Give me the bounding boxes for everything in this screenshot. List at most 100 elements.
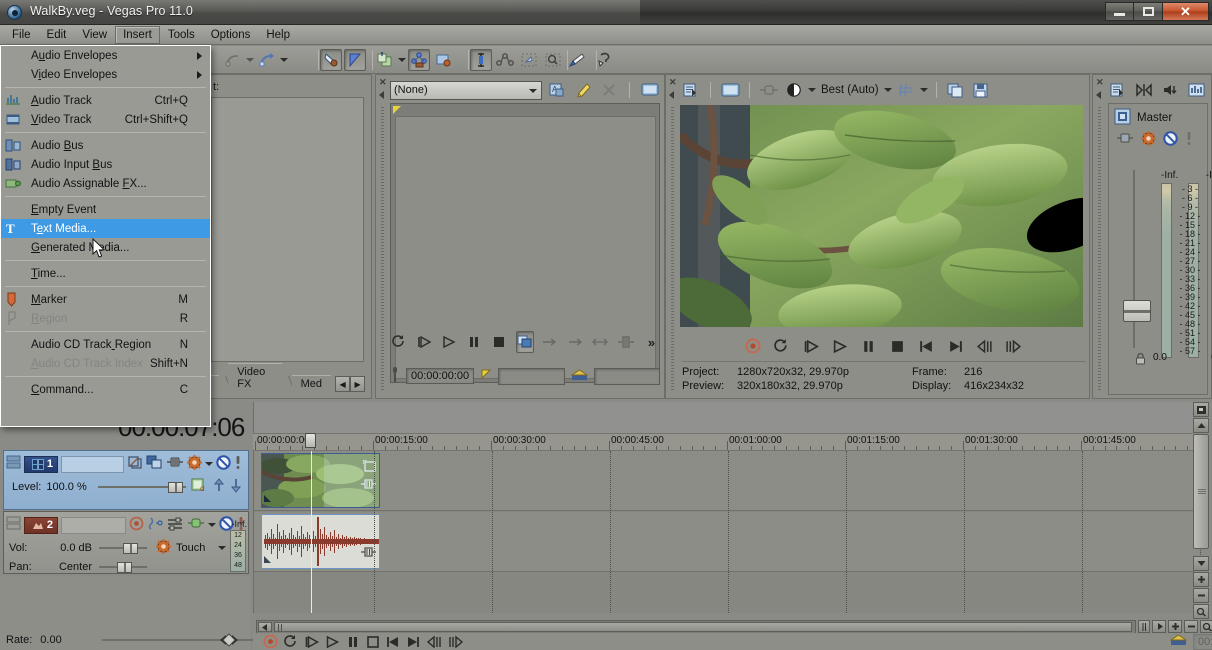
preview-drag-handle[interactable] [671,107,674,392]
track-2-name-field[interactable] [61,516,126,534]
zoom-in-icon[interactable] [1168,620,1182,633]
insert-menu-item-audio-input-bus[interactable]: Audio Input Bus [1,155,210,174]
overlays-grid-icon[interactable] [895,79,917,101]
preview-on-external-monitor-icon[interactable] [719,79,741,101]
go-to-start-icon[interactable] [386,631,400,650]
record-icon[interactable] [263,631,278,650]
trimmer-drag-handle[interactable] [381,107,384,392]
fader-knob[interactable] [1123,300,1151,322]
enable-snapping-icon[interactable] [320,49,342,71]
menu-edit[interactable]: Edit [39,26,75,44]
meter-pair[interactable]: - 3 -- 6 -- 9 -- 12 -- 15 -- 18 -- 21 --… [1161,183,1212,358]
track-1-minimize-icon[interactable] [6,454,21,474]
pause-icon[interactable] [346,631,360,650]
fader-lock-icon[interactable] [1135,352,1146,368]
trimmer-close-icon[interactable]: ✕ [379,78,387,87]
preview-grip[interactable]: ✕ [666,75,679,398]
automation-mode-gear-icon[interactable] [156,539,171,557]
split-screen-dropdown-icon[interactable] [808,88,816,92]
insert-menu-item-video-envelopes[interactable]: Video Envelopes [1,65,210,84]
automation-dropdown-icon[interactable] [205,462,213,466]
show-meters-icon[interactable] [1185,79,1207,101]
insert-menu-item-empty-event[interactable]: Empty Event [1,200,210,219]
menu-tools[interactable]: Tools [160,26,203,44]
automation-mode-dropdown-icon[interactable] [218,546,227,550]
insert-media-icon[interactable] [567,331,584,353]
record-arm-icon[interactable] [129,516,144,534]
track-fx-icon[interactable] [127,455,143,473]
mixer-drag-handle[interactable] [1098,107,1101,392]
bus-icon[interactable] [1114,108,1131,128]
split-screen-view-icon[interactable] [758,79,780,101]
track-2-pan-slider[interactable] [99,562,147,573]
timeline-ruler[interactable]: 00:00:00:00 00:00:15:00 00:00:30:00 00:00:4… [253,433,1193,451]
mute-icon[interactable] [1163,131,1178,149]
track-2-automation-mode[interactable]: Touch [176,542,205,554]
open-in-trimmer-icon[interactable]: A [546,79,568,101]
automation-gear-icon[interactable] [187,455,202,473]
fit-to-fill-icon[interactable] [592,331,609,353]
insert-menu-item-audio-cd-track-region[interactable]: Audio CD Track Region N [1,335,210,354]
stop-icon[interactable] [366,631,380,650]
vertical-scroll-thumb[interactable] [1193,434,1209,549]
track-header-2[interactable]: 2 Vol: 0.0 dB Touch Pan: Center -Inf. 12… [3,511,249,574]
mute-icon[interactable] [216,455,231,473]
trimmer-grip[interactable]: ✕ [376,75,389,398]
go-to-end-icon[interactable] [945,335,967,357]
media-properties-icon[interactable] [572,79,594,101]
loop-playback-icon[interactable] [284,631,298,650]
bottom-loop-region-icon[interactable] [1169,633,1188,650]
copy-snapshot-to-clipboard-icon[interactable] [945,79,967,101]
insert-menu-item-text-media[interactable]: T Text Media... [1,219,210,238]
auto-ripple-icon[interactable] [344,49,366,71]
insert-menu-item-marker[interactable]: Marker M [1,290,210,309]
close-button[interactable]: ✕ [1163,2,1209,21]
create-subclip-icon[interactable] [515,331,534,353]
hscroll-grip-icon[interactable] [1138,620,1150,633]
zoom-tool-icon[interactable] [1193,604,1209,619]
preview-video-frame[interactable] [680,105,1083,327]
trimmer-source-select[interactable]: (None) [390,80,542,100]
master-fader[interactable] [1123,170,1151,348]
event-resize-handle-icon[interactable] [263,555,272,567]
mixer-layout-icon[interactable] [1133,79,1155,101]
horizontal-scroll-thumb[interactable] [274,622,1132,632]
open-project-icon[interactable] [256,49,278,71]
timeline-marker-bar[interactable] [253,402,1193,436]
envelope-edit-tool-icon[interactable] [432,49,454,71]
automation-settings-icon[interactable] [374,49,396,71]
insert-fx-icon[interactable] [1116,132,1134,148]
play-from-start-icon[interactable] [800,335,822,357]
tab-scroll-left-icon[interactable]: ◀ [335,376,351,392]
previous-frame-icon[interactable] [426,631,442,650]
trimmer-selection-start-field[interactable] [498,367,565,385]
play-icon[interactable] [325,631,340,650]
record-icon[interactable] [742,335,764,357]
stop-icon[interactable] [887,335,909,357]
insert-menu-item-audio-bus[interactable]: Audio Bus [1,136,210,155]
go-to-end-icon[interactable] [406,631,420,650]
pause-icon[interactable] [858,335,880,357]
scroll-down-icon[interactable] [1193,556,1209,571]
timeline-track-area[interactable] [253,451,1201,613]
parent-composite-icon[interactable] [213,478,225,496]
zoom-tool-icon[interactable] [1200,620,1212,633]
timeline-cursor-icon[interactable] [305,433,316,448]
play-icon[interactable] [829,335,851,357]
audio-event[interactable] [261,514,381,569]
overlays-dropdown-icon[interactable] [919,88,928,92]
pause-icon[interactable] [465,331,482,353]
menu-options[interactable]: Options [203,26,259,44]
scroll-right-icon[interactable] [1152,620,1166,633]
zoom-out-vertical-icon[interactable] [1193,588,1209,603]
zoom-in-vertical-icon[interactable] [1193,572,1209,587]
menu-view[interactable]: View [74,26,115,44]
solo-icon[interactable] [1185,131,1193,149]
play-from-start-icon[interactable] [304,631,319,650]
phase-invert-icon[interactable] [187,517,205,533]
video-event[interactable] [258,453,380,508]
mixer-close-icon[interactable]: ✕ [1096,78,1104,87]
play-icon[interactable] [440,331,457,353]
open-project-dropdown-icon[interactable] [280,58,288,62]
insert-menu-dropdown[interactable]: Audio Envelopes Video Envelopes Audio Trac… [0,45,211,427]
